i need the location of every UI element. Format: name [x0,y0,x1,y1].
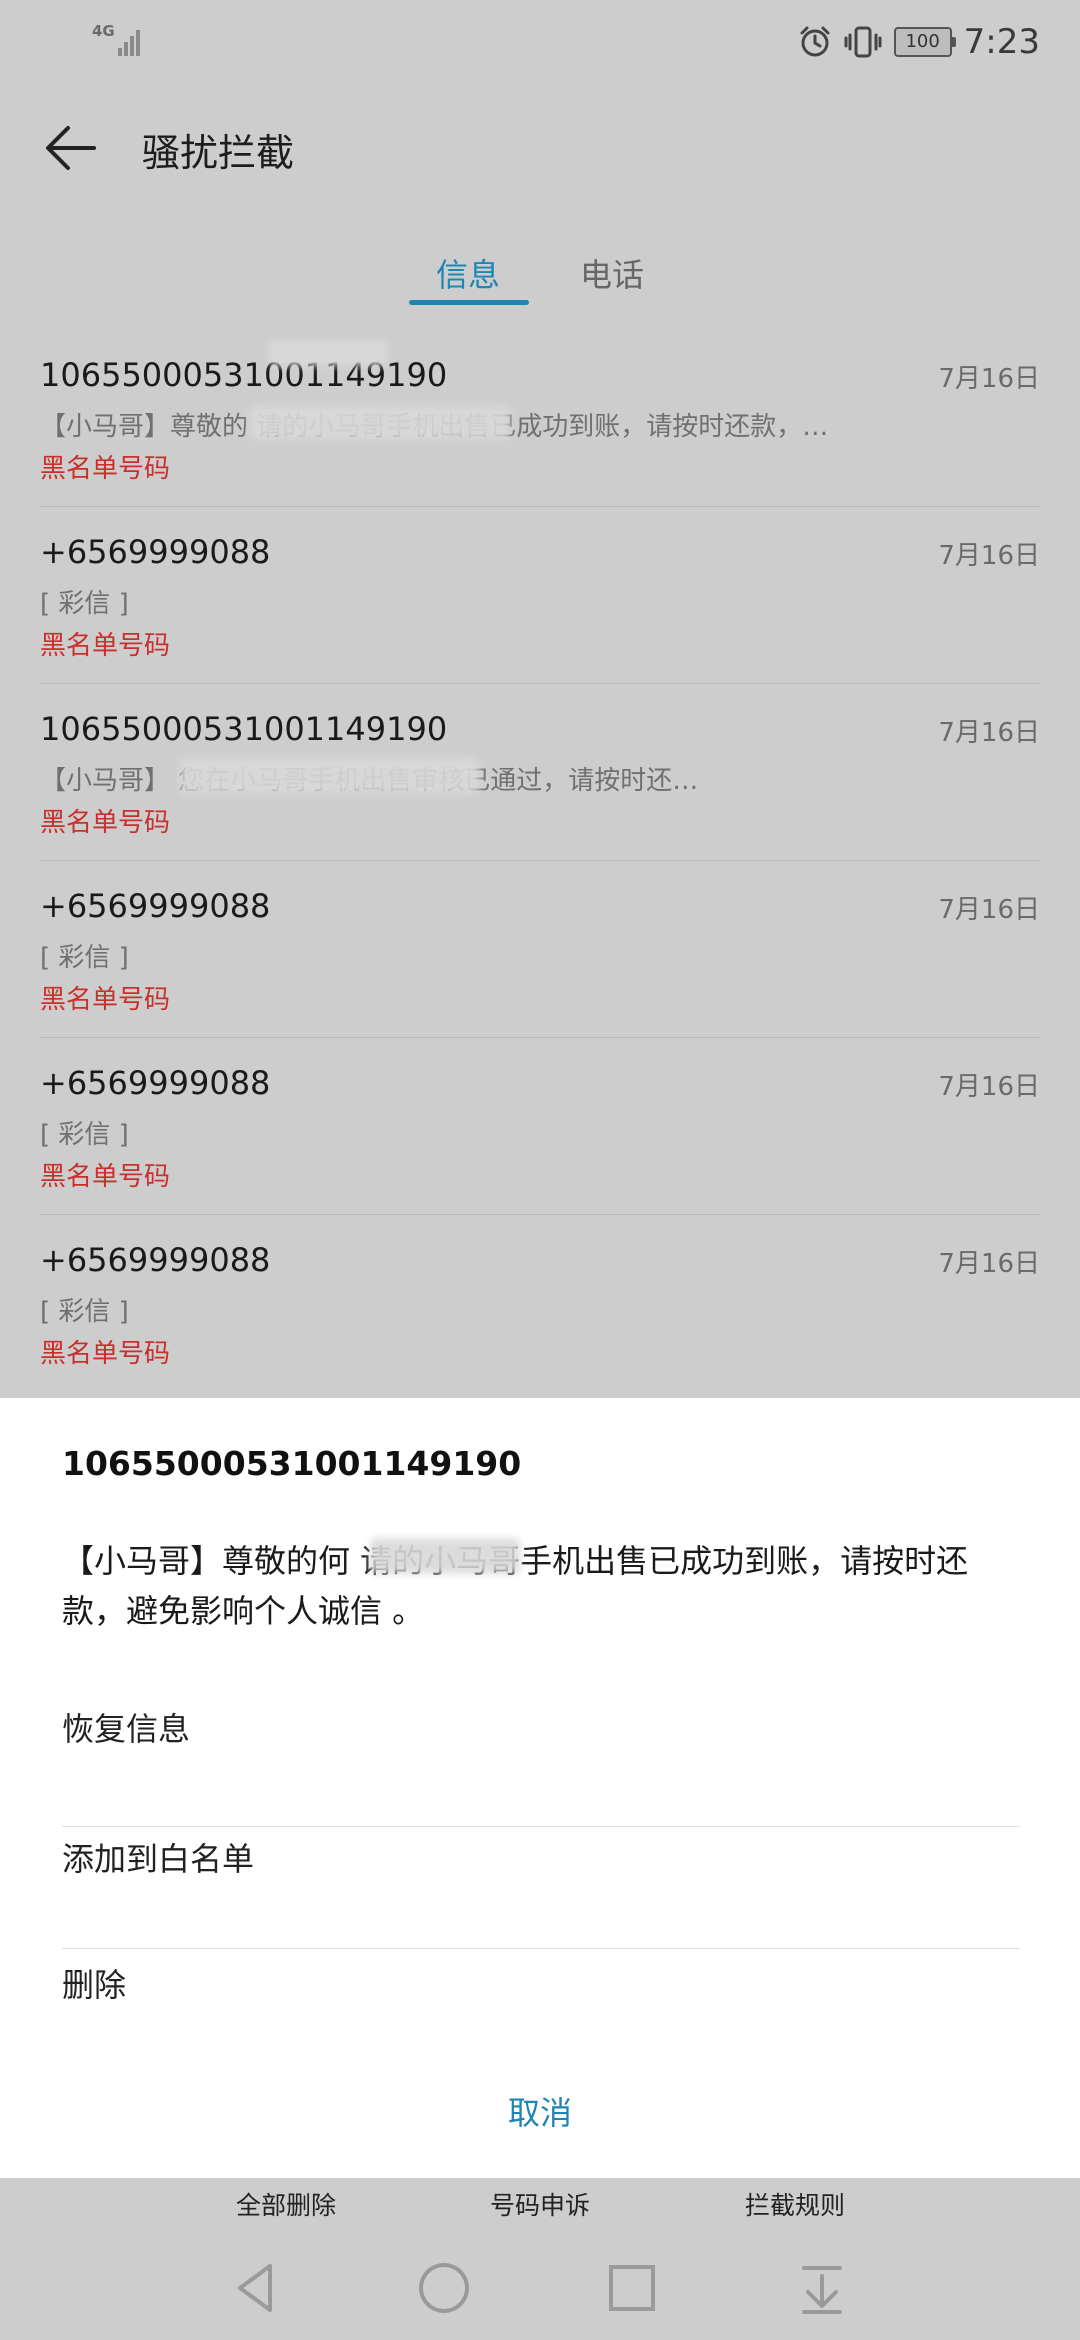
system-nav-bar [0,2236,1080,2340]
blacklist-tag: 黑名单号码 [40,1339,171,1369]
option-label: 添加到白名单 [62,1840,255,1878]
redaction-blur [250,406,510,440]
bottom-action-bar: 全部删除 号码申诉 拦截规则 [0,2178,1080,2242]
blocked-messages-list: 10655000531001149190 7月16日 【小马哥】尊敬的 请的小马… [0,330,1080,1391]
blacklist-tag: 黑名单号码 [40,631,171,661]
battery-icon: 100 [893,27,956,57]
vibrate-icon [844,26,882,58]
nav-notification-button[interactable] [790,2256,854,2320]
tab-messages[interactable]: 信息 [436,250,500,296]
back-arrow-icon [46,126,96,170]
sender-number: +6569999088 [40,1064,271,1102]
number-appeal-button[interactable]: 号码申诉 [490,2186,590,2222]
app-bar: 骚扰拦截 [0,84,1080,212]
cancel-button[interactable]: 取消 [0,2088,1080,2134]
message-date: 7月16日 [938,1249,1040,1279]
blacklist-tag: 黑名单号码 [40,985,171,1015]
add-to-whitelist-option[interactable]: 添加到白名单 [62,1826,1020,1949]
tab-indicator [409,300,529,305]
tab-calls[interactable]: 电话 [580,250,644,296]
message-preview: 【小马哥】尊敬的 请的小马哥手机出售已成功到账，请按时还款，… [40,412,829,442]
back-button[interactable] [38,114,106,182]
message-date: 7月16日 [938,364,1040,394]
delete-option[interactable]: 删除 [62,1948,1020,2048]
message-date: 7月16日 [938,895,1040,925]
message-date: 7月16日 [938,541,1040,571]
blacklist-tag: 黑名单号码 [40,808,171,838]
list-item[interactable]: +6569999088 7月16日 [ 彩信 ] 黑名单号码 [40,1215,1040,1391]
circle-home-icon [419,2263,469,2313]
list-item[interactable]: +6569999088 7月16日 [ 彩信 ] 黑名单号码 [40,1038,1040,1215]
sender-number: +6569999088 [40,533,271,571]
message-date: 7月16日 [938,718,1040,748]
list-item[interactable]: +6569999088 7月16日 [ 彩信 ] 黑名单号码 [40,507,1040,684]
list-item[interactable]: 10655000531001149190 7月16日 【小马哥】 您在小马哥手机… [40,684,1040,861]
clock: 7:23 [963,22,1040,62]
message-preview: [ 彩信 ] [40,589,129,619]
option-label: 恢复信息 [62,1710,191,1748]
sender-number: 10655000531001149190 [40,710,448,748]
triangle-back-icon [238,2264,272,2312]
blacklist-tag: 黑名单号码 [40,1162,171,1192]
message-date: 7月16日 [938,1072,1040,1102]
page-title: 骚扰拦截 [142,131,295,175]
sheet-option-list: 恢复信息 添加到白名单 删除 取消 [0,1398,1080,2178]
pull-down-icon [802,2266,842,2314]
list-item[interactable]: +6569999088 7月16日 [ 彩信 ] 黑名单号码 [40,861,1040,1038]
nav-recents-button[interactable] [600,2256,664,2320]
sender-number: +6569999088 [40,1241,271,1279]
battery-level: 100 [905,31,940,52]
message-preview: [ 彩信 ] [40,1297,129,1327]
list-item[interactable]: 10655000531001149190 7月16日 【小马哥】尊敬的 请的小马… [40,330,1040,507]
message-preview: [ 彩信 ] [40,943,129,973]
status-bar: 4G 100 7:23 [0,0,1080,84]
redaction-blur [180,758,480,794]
blacklist-tag: 黑名单号码 [40,454,171,484]
signal-icon: 4G [90,22,146,58]
tab-bar: 信息 电话 [0,212,1080,330]
nav-home-button[interactable] [412,2256,476,2320]
nav-back-button[interactable] [224,2256,288,2320]
square-recents-icon [609,2265,655,2311]
option-label: 删除 [62,1966,127,2004]
status-icons: 100 7:23 [798,18,1040,66]
block-rules-button[interactable]: 拦截规则 [745,2186,845,2222]
restore-message-option[interactable]: 恢复信息 [62,1704,1020,1827]
delete-all-button[interactable]: 全部删除 [236,2186,336,2222]
redaction-blur [268,340,388,366]
sender-number: +6569999088 [40,887,271,925]
alarm-icon [800,26,830,57]
message-preview: [ 彩信 ] [40,1120,129,1150]
